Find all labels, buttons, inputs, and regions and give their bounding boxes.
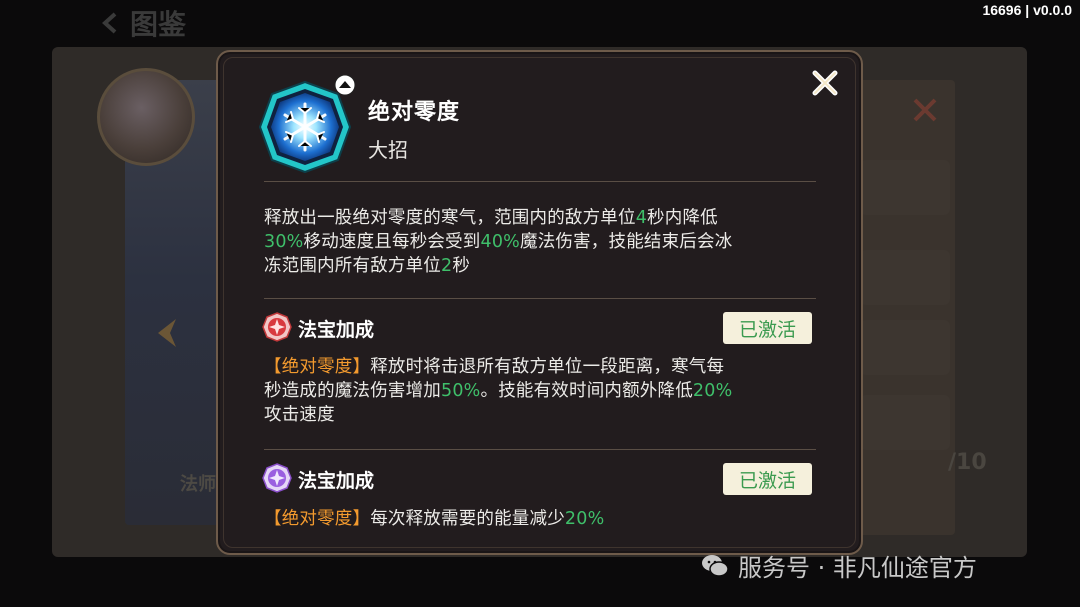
watermark-text: 服务号 · 非凡仙途官方	[738, 554, 977, 582]
background-side-label: 法师	[180, 474, 216, 495]
skill-tag: 【绝对零度】	[264, 509, 371, 529]
background-close-icon	[913, 98, 937, 122]
background-count: /10	[948, 450, 987, 475]
description-text: 冻范围内所有敌方单位	[264, 256, 441, 276]
skill-description: 释放出一股绝对零度的寒气，范围内的敌方单位4秒内降低 30%移动速度且每秒会受到4…	[264, 206, 824, 278]
description-text: 秒内降低	[647, 208, 718, 228]
status-badge: 已激活	[723, 312, 812, 344]
purple-talisman-icon	[262, 463, 292, 493]
skill-type: 大招	[368, 138, 408, 162]
description-value: 20%	[564, 509, 605, 529]
background-chip	[860, 160, 950, 215]
description-text: 每次释放需要的能量减少	[370, 509, 565, 529]
back-arrow-icon	[102, 12, 117, 34]
skill-name: 绝对零度	[368, 100, 461, 125]
background-avatar	[97, 68, 195, 166]
description-value: 20%	[692, 381, 733, 401]
description-text: 攻击速度	[264, 405, 335, 425]
background-right-column	[855, 80, 955, 535]
bonus-title: 法宝加成	[298, 470, 375, 492]
background-chip	[860, 395, 950, 450]
description-text: 释放出一股绝对零度的寒气，范围内的敌方单位	[264, 208, 636, 228]
close-icon[interactable]	[810, 68, 840, 98]
bonus-description: 【绝对零度】每次释放需要的能量减少20%	[264, 507, 824, 531]
description-value: 30%	[264, 232, 304, 252]
background-page-title: 图鉴	[130, 8, 187, 41]
description-text: 移动速度且每秒会受到	[303, 232, 481, 252]
description-text: 释放时将击退所有敌方单位一段距离，寒气每	[370, 357, 725, 377]
description-value: 40%	[480, 232, 520, 252]
background-page-header: 图鉴	[100, 6, 187, 41]
background-chip	[860, 250, 950, 305]
version-label: 16696 | v0.0.0	[982, 2, 1072, 18]
description-text: 秒造成的魔法伤害增加	[264, 381, 441, 401]
description-text: 。技能有效时间内额外降低	[480, 381, 693, 401]
upgrade-badge-icon	[334, 74, 356, 96]
divider	[264, 181, 816, 182]
background-chip	[860, 320, 950, 375]
bonus-title: 法宝加成	[298, 319, 375, 341]
status-badge: 已激活	[723, 463, 812, 495]
divider	[264, 449, 816, 450]
bonus-description: 【绝对零度】释放时将击退所有敌方单位一段距离，寒气每秒造成的魔法伤害增加50%。…	[264, 355, 824, 427]
description-value: 2	[441, 256, 453, 276]
description-value: 50%	[441, 381, 481, 401]
description-value: 4	[635, 208, 648, 228]
watermark: 服务号 · 非凡仙途官方	[700, 548, 977, 583]
red-talisman-icon	[262, 312, 292, 342]
background-left-arrow-icon	[158, 319, 176, 347]
skill-tag: 【绝对零度】	[264, 357, 371, 377]
description-text: 秒	[452, 256, 471, 276]
description-text: 魔法伤害，技能结束后会冰	[520, 232, 733, 252]
wechat-icon	[702, 554, 729, 577]
divider	[264, 298, 816, 299]
